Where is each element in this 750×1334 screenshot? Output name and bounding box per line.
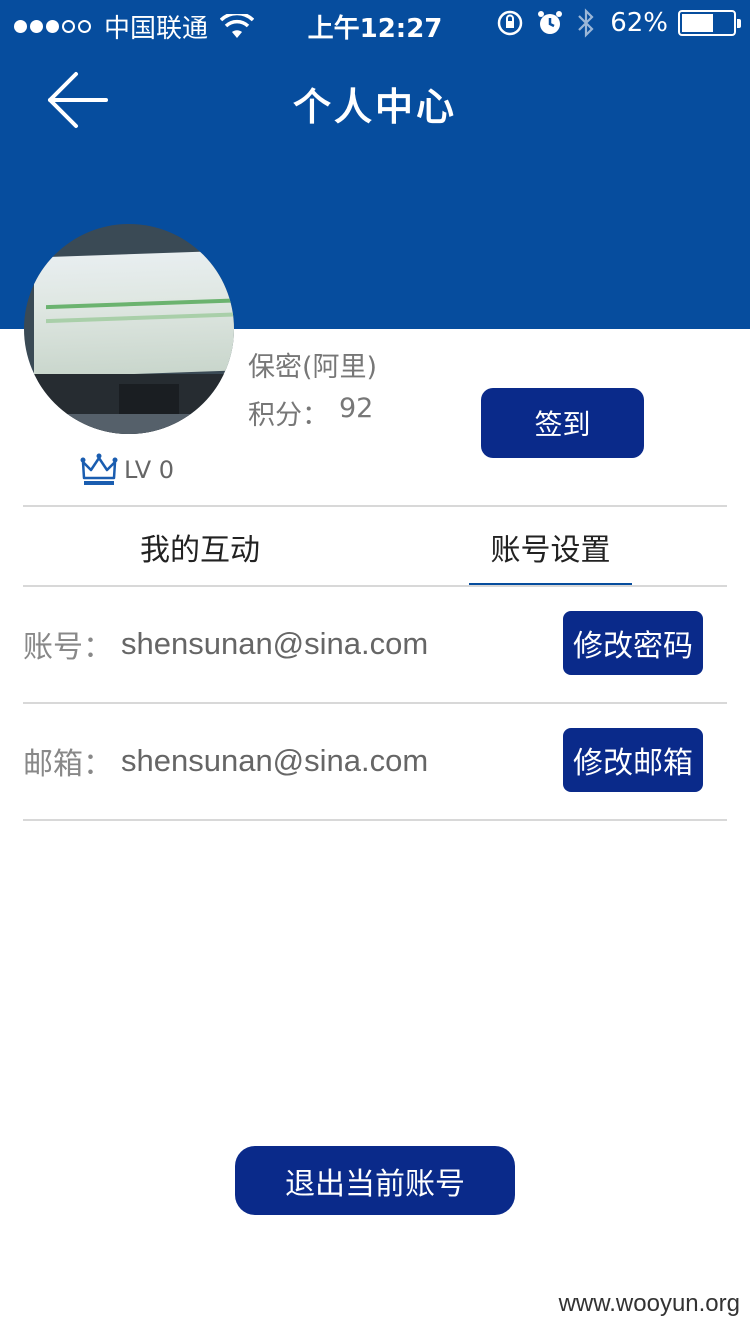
- logout-button[interactable]: 退出当前账号: [235, 1146, 515, 1215]
- crown-icon: [80, 453, 118, 485]
- account-info: 账号： shensunan@sina.com: [23, 586, 428, 702]
- divider: [23, 819, 727, 821]
- email-info: 邮箱： shensunan@sina.com: [23, 703, 428, 819]
- battery-fill: [682, 14, 713, 32]
- points-label: 积分：: [248, 400, 329, 431]
- checkin-button[interactable]: 签到: [481, 388, 644, 458]
- battery-icon: [678, 10, 741, 36]
- divider: [23, 505, 727, 507]
- avatar[interactable]: [24, 224, 234, 434]
- account-value: shensunan@sina.com: [121, 626, 429, 661]
- tab-account-settings[interactable]: 账号设置: [469, 508, 632, 586]
- level-text: LV 0: [124, 456, 175, 484]
- alarm-icon: [538, 11, 563, 34]
- tab-my-interactions[interactable]: 我的互动: [100, 508, 300, 586]
- change-email-button[interactable]: 修改邮箱: [563, 728, 703, 792]
- points: 积分： 92: [248, 393, 373, 432]
- avatar-photo: [34, 250, 234, 378]
- points-value: 92: [339, 393, 374, 424]
- email-value: shensunan@sina.com: [121, 743, 429, 778]
- change-password-button[interactable]: 修改密码: [563, 611, 703, 675]
- status-right: 62%: [484, 8, 741, 38]
- bluetooth-icon: [578, 8, 594, 38]
- level-badge: LV 0: [80, 452, 174, 488]
- account-row: 账号： shensunan@sina.com 修改密码: [23, 586, 727, 702]
- page-title: 个人中心: [292, 85, 457, 129]
- rotation-lock-icon: [497, 10, 523, 36]
- status-bar: 中国联通 上午12:27 62%: [0, 0, 750, 50]
- nickname: 保密(阿里): [248, 352, 378, 383]
- watermark: www.wooyun.org: [558, 1290, 740, 1317]
- email-row: 邮箱： shensunan@sina.com 修改邮箱: [23, 703, 727, 819]
- email-label: 邮箱：: [23, 747, 113, 782]
- battery-percent: 62%: [610, 8, 668, 38]
- account-label: 账号：: [23, 630, 113, 665]
